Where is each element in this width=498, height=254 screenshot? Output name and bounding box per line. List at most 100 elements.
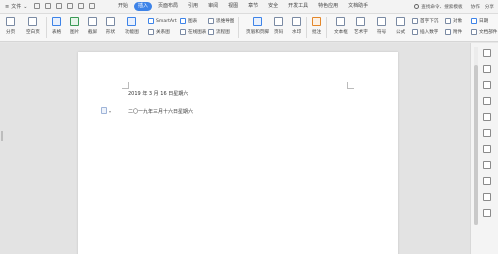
tab-home[interactable]: 开始 — [114, 2, 132, 11]
page-break-button[interactable]: 分页 — [6, 17, 15, 35]
date-button[interactable]: 日期 — [471, 18, 488, 24]
wordart-label: 艺术字 — [354, 30, 368, 35]
wordart-icon — [356, 17, 366, 26]
wps-writer-window: ≡ 文件 ⌄ 开始 插入 页面布局 引用 审阅 视图 章节 安全 开发工具 特色… — [0, 0, 498, 254]
page-number-button[interactable]: 页码 — [274, 17, 283, 35]
tab-section[interactable]: 章节 — [244, 2, 262, 11]
share-button[interactable]: 分享 — [485, 4, 494, 10]
attribute-icon[interactable] — [483, 97, 491, 105]
print-icon[interactable] — [45, 3, 51, 9]
table-label: 表格 — [52, 30, 62, 35]
table-button[interactable]: 表格 — [52, 17, 61, 35]
formula-button[interactable]: 公式 — [396, 17, 405, 35]
first-letter-drop-button[interactable]: 首字下沉 — [412, 18, 438, 24]
tab-view[interactable]: 视图 — [224, 2, 242, 11]
document-line-date-chinese[interactable]: 二〇一九年三月十六日星期六 — [128, 108, 193, 115]
tab-page-layout[interactable]: 页面布局 — [154, 2, 182, 11]
relation-chart-icon — [148, 29, 154, 35]
save-icon[interactable] — [34, 3, 40, 9]
select-icon[interactable] — [483, 49, 491, 57]
comment-icon — [312, 17, 322, 26]
collaborate-button[interactable]: 协作 — [471, 4, 480, 10]
blank-page-label: 空白页 — [26, 30, 40, 35]
tab-review[interactable]: 审阅 — [204, 2, 222, 11]
backup-icon[interactable] — [483, 177, 491, 185]
wordart-button[interactable]: 艺术字 — [354, 17, 368, 35]
tab-insert[interactable]: 插入 — [134, 2, 153, 11]
smartart-icon — [148, 18, 154, 24]
shape-format-icon[interactable] — [483, 81, 491, 89]
paint-icon[interactable] — [483, 113, 491, 121]
command-search[interactable]: 查找命令、搜索模板 — [411, 2, 465, 11]
document-page[interactable]: 2019 年 3 月 16 日星期六 ▾ 二〇一九年三月十六日星期六 — [78, 52, 398, 254]
margin-corner-marker — [122, 82, 129, 89]
online-chart-icon — [180, 29, 186, 35]
date-label: 日期 — [479, 19, 489, 24]
shape-icon — [106, 17, 116, 26]
header-footer-button[interactable]: 页眉和页脚 — [246, 17, 269, 35]
chevron-down-icon: ⌄ — [23, 3, 28, 10]
formula-icon — [396, 17, 406, 26]
settings-icon[interactable] — [483, 209, 491, 217]
page-number-label: 页码 — [274, 30, 284, 35]
tab-developer[interactable]: 开发工具 — [284, 2, 312, 11]
smartart-label: SmartArt — [156, 18, 177, 24]
flowchart-button[interactable]: 流程图 — [208, 29, 230, 35]
attachment-label: 附件 — [453, 30, 463, 35]
vertical-scrollbar[interactable] — [474, 47, 478, 225]
paragraph-layout-icon[interactable] — [101, 107, 107, 114]
picture-button[interactable]: 图片 — [70, 17, 79, 35]
document-canvas[interactable]: 2019 年 3 月 16 日星期六 ▾ 二〇一九年三月十六日星期六 — [0, 43, 470, 254]
relation-chart-button[interactable]: 关系图 — [148, 29, 170, 35]
file-menu-label: 文件 — [11, 4, 22, 10]
document-line-date-numeric[interactable]: 2019 年 3 月 16 日星期六 — [128, 90, 188, 97]
symbol-button[interactable]: 符号 — [377, 17, 386, 35]
attachment-button[interactable]: 附件 — [445, 29, 462, 35]
shape-button[interactable]: 形状 — [106, 17, 115, 35]
more-icon[interactable] — [89, 3, 95, 9]
edit-icon[interactable] — [483, 129, 491, 137]
chart-button[interactable]: 图表 — [180, 18, 197, 24]
tab-assistant[interactable]: 文档助手 — [344, 2, 372, 11]
mindmap-icon — [208, 18, 214, 24]
left-scroll-marker — [1, 131, 3, 141]
picture-icon[interactable] — [483, 161, 491, 169]
undo-icon[interactable] — [67, 3, 73, 9]
watermark-button[interactable]: 水印 — [292, 17, 301, 35]
document-parts-button[interactable]: 文档部件 — [471, 29, 497, 35]
file-menu[interactable]: ≡ 文件 ⌄ — [2, 2, 30, 11]
online-chart-button[interactable]: 在线图表 — [180, 29, 206, 35]
textbox-button[interactable]: 文本框 — [334, 17, 348, 35]
blank-page-button[interactable]: 空白页 — [26, 17, 40, 35]
quick-access-toolbar — [34, 3, 95, 9]
search-icon — [414, 4, 420, 9]
tab-security[interactable]: 安全 — [264, 2, 282, 11]
calendar-icon — [471, 18, 477, 24]
page-break-label: 分页 — [6, 30, 16, 35]
scrollbar-thumb[interactable] — [474, 65, 478, 225]
smartart-button[interactable]: SmartArt — [148, 18, 177, 24]
help-icon[interactable] — [483, 193, 491, 201]
comment-button[interactable]: 批注 — [312, 17, 321, 35]
insert-number-button[interactable]: 插入数字 — [412, 29, 438, 35]
icon-library-button[interactable]: 功能图 — [125, 17, 139, 35]
mindmap-button[interactable]: 思维导图 — [208, 18, 234, 24]
icon-library-icon — [127, 17, 137, 26]
picture-label: 图片 — [70, 30, 80, 35]
drop-cap-icon — [412, 18, 418, 24]
style-icon[interactable] — [483, 65, 491, 73]
redo-icon[interactable] — [78, 3, 84, 9]
menu-icon: ≡ — [5, 3, 10, 10]
number-icon — [412, 29, 418, 35]
right-side-toolbar — [470, 43, 498, 254]
tab-references[interactable]: 引用 — [184, 2, 202, 11]
preview-icon[interactable] — [56, 3, 62, 9]
screenshot-button[interactable]: 截屏 — [88, 17, 97, 35]
location-icon[interactable] — [483, 145, 491, 153]
object-button[interactable]: 对象 — [445, 18, 462, 24]
first-drop-label: 首字下沉 — [420, 19, 439, 24]
title-right-tools: 查找命令、搜索模板 协作 分享 — [411, 2, 494, 11]
insert-number-label: 插入数字 — [420, 30, 439, 35]
tab-features[interactable]: 特色应用 — [314, 2, 342, 11]
chevron-down-icon[interactable]: ▾ — [109, 109, 111, 114]
